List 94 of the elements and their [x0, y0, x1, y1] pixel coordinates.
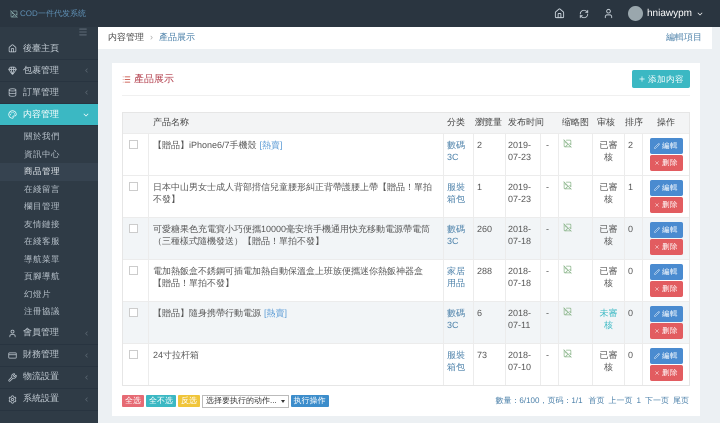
column-header: 产品名称 [152, 116, 190, 130]
close-icon [654, 244, 660, 250]
sidebar-subitem[interactable]: 關於我們 [0, 128, 98, 146]
row-checkbox[interactable] [129, 350, 138, 359]
database-icon [8, 88, 17, 97]
edit-icon [654, 269, 660, 275]
broken-image-icon [10, 10, 18, 18]
sidebar-subitem[interactable]: 幻燈片 [0, 286, 98, 303]
pagination-link[interactable]: 首页 [588, 395, 605, 407]
add-content-button[interactable]: 添加内容 [632, 70, 690, 88]
status-cell: 已審核 [593, 344, 625, 385]
sidebar-item[interactable]: 財務管理 [0, 344, 98, 366]
sidebar-subitem[interactable]: 友情鏈接 [0, 216, 98, 233]
edit-project-link[interactable]: 編輯項目 [666, 31, 702, 45]
diamond-icon [8, 66, 17, 75]
pagination-link[interactable]: 1 [636, 395, 641, 407]
breadcrumb-link[interactable]: 產品展示 [159, 31, 195, 45]
refresh-icon[interactable] [578, 8, 589, 18]
edit-icon [654, 185, 660, 191]
pagination-link[interactable]: 下一页 [645, 395, 669, 407]
row-checkbox[interactable] [129, 182, 138, 191]
dash-cell: - [541, 344, 559, 385]
wrench-icon [8, 372, 17, 382]
column-header: 瀏覽量 [474, 116, 503, 130]
hot-tag-link[interactable]: [熱賣] [260, 140, 283, 150]
edit-icon [654, 143, 660, 149]
order-cell: 0 [625, 344, 643, 385]
hot-tag-link[interactable]: [熱賣] [264, 308, 288, 318]
panel-title: 產品展示 [134, 72, 175, 86]
column-header: 发布时间 [507, 116, 541, 130]
edit-icon [654, 227, 660, 233]
plus-icon [638, 75, 646, 83]
close-icon [654, 286, 660, 292]
row-checkbox[interactable] [129, 266, 138, 275]
broken-image-icon [563, 223, 572, 232]
sidebar-item[interactable]: 會員管理 [0, 322, 98, 344]
close-icon [654, 160, 660, 166]
edit-icon [654, 353, 660, 359]
close-icon [654, 202, 660, 208]
settings-icon [8, 394, 17, 404]
select-none-button[interactable]: 全不选 [146, 395, 176, 407]
sidebar-item[interactable]: 系統設置 [0, 388, 98, 410]
sidebar-subitem[interactable]: 商品管理 [0, 163, 98, 180]
sidebar-subitem[interactable]: 導航菜單 [0, 250, 98, 268]
column-header: 排序 [625, 116, 643, 130]
row-checkbox[interactable] [129, 308, 138, 317]
sidebar-subitem[interactable]: 注冊協議 [0, 303, 98, 320]
sidebar-item[interactable]: 後臺主頁 [0, 38, 98, 60]
card-icon [8, 350, 17, 360]
column-header: 操作 [656, 116, 676, 130]
pagination-link[interactable]: 尾页 [673, 395, 689, 407]
sidebar-item[interactable]: 内容管理 [0, 104, 98, 126]
execute-button[interactable]: 执行操作 [290, 395, 329, 407]
menu-icon[interactable] [78, 27, 88, 37]
category-link[interactable]: 服裝箱包 [444, 344, 474, 385]
sidebar-item[interactable]: 物流設置 [0, 366, 98, 388]
home-icon [8, 44, 17, 53]
breadcrumb-link[interactable]: 内容管理 [108, 31, 144, 45]
views-cell: 73 [474, 344, 506, 385]
pagination-link[interactable]: 上一页 [608, 395, 633, 407]
avatar [628, 6, 643, 21]
user-menu[interactable]: hniawypm [628, 6, 704, 21]
date-cell: 2018-07-10 [506, 344, 541, 385]
user-icon [8, 328, 17, 338]
action-select[interactable]: 选择要执行的动作... [202, 394, 289, 408]
select-all-button[interactable]: 全选 [122, 395, 144, 407]
caret-icon [280, 400, 285, 402]
sidebar-subitem[interactable]: 頁腳導航 [0, 268, 98, 286]
broken-image-icon [563, 307, 572, 316]
sidebar-item[interactable]: 包裹管理 [0, 60, 98, 82]
sidebar-subitem[interactable]: 在綫留言 [0, 180, 98, 198]
row-checkbox[interactable] [129, 224, 138, 233]
column-header: 审核 [596, 116, 616, 130]
breadcrumb-separator: › [150, 31, 153, 44]
column-header: 缩略图 [561, 116, 590, 130]
sidebar-subitem[interactable]: 資訊中心 [0, 146, 98, 163]
close-icon [654, 370, 660, 376]
list-icon [122, 74, 131, 84]
broken-image-icon [563, 265, 572, 274]
close-icon [654, 328, 660, 334]
edit-icon [654, 311, 660, 317]
pagination-summary: 數量：6/100，页码：1/1 [495, 395, 583, 407]
broken-image-icon [563, 181, 572, 190]
column-header: 分类 [446, 116, 466, 130]
product-name-cell: 24寸拉杆箱 [149, 344, 444, 385]
broken-image-icon [563, 139, 572, 148]
user-icon[interactable] [602, 8, 614, 19]
sidebar-subitem[interactable]: 在綫客服 [0, 233, 98, 250]
logo-alt-text: COD一件代发系统 [20, 8, 86, 20]
palette-icon [8, 110, 17, 119]
broken-image-icon [563, 349, 572, 358]
row-checkbox[interactable] [129, 140, 138, 149]
home-icon[interactable] [554, 8, 565, 19]
sidebar-subitem[interactable]: 欄目管理 [0, 198, 98, 216]
